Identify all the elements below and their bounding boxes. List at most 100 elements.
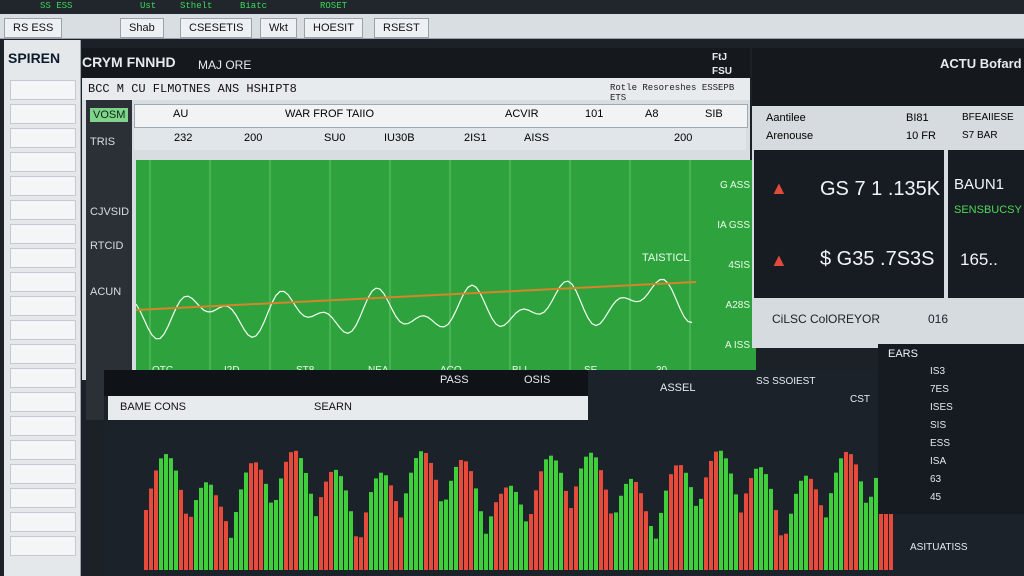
sidebar-item[interactable] [10, 368, 76, 388]
volume-bar [719, 450, 723, 570]
volume-bar [694, 505, 698, 570]
tab-4[interactable]: Wkt [260, 18, 297, 38]
sidebar-item[interactable] [10, 320, 76, 340]
volume-bar [534, 490, 538, 570]
toolbar-label[interactable]: WAR FROF TAIIO [285, 108, 374, 120]
volume-bar [169, 458, 173, 570]
sidebar-item[interactable] [10, 488, 76, 508]
volume-bar [634, 481, 638, 570]
side-label[interactable]: ACUN [90, 286, 121, 298]
sidebar-item[interactable] [10, 104, 76, 124]
sidebar-item[interactable] [10, 128, 76, 148]
order-book-row: 7ES [930, 384, 949, 395]
volume-bar [669, 474, 673, 570]
volume-bar [644, 511, 648, 570]
volume-bar [409, 472, 413, 570]
side-label[interactable]: TRIS [90, 136, 115, 148]
volume-bar [469, 471, 473, 570]
info-label: Aantilee [766, 112, 806, 124]
sidebar-item[interactable] [10, 176, 76, 196]
sidebar-item[interactable] [10, 536, 76, 556]
order-book-row: ESS [930, 438, 951, 449]
sidebar-item[interactable] [10, 464, 76, 484]
side-label[interactable]: VOSM [90, 108, 129, 122]
order-book-row: SIS [930, 420, 947, 431]
side-metric-c: 165.. [960, 250, 998, 269]
sidebar-item[interactable] [10, 344, 76, 364]
volume-bar [474, 488, 478, 570]
volume-bar [309, 493, 313, 570]
order-book-row: IS3 [930, 366, 946, 377]
sidebar-item[interactable] [10, 392, 76, 412]
volume-bar [329, 471, 333, 570]
side-label[interactable]: CJVSID [90, 206, 129, 218]
volume-bar [504, 487, 508, 570]
volume-header: PASS OSIS [104, 370, 588, 396]
volume-bar [349, 511, 353, 570]
sidebar: SPIREN [4, 40, 81, 576]
side-label[interactable]: RTCID [90, 240, 123, 252]
sidebar-item[interactable] [10, 80, 76, 100]
price-chart-svg [135, 160, 697, 378]
volume-bar [849, 454, 853, 570]
volume-bar [384, 475, 388, 570]
volume-bar [399, 517, 403, 570]
sidebar-item[interactable] [10, 440, 76, 460]
volume-bar [339, 476, 343, 570]
volume-bar [299, 458, 303, 570]
tab-5[interactable]: HOESIT [304, 18, 363, 38]
tab-1[interactable]: RS ESS [4, 18, 63, 38]
volume-bar [649, 526, 653, 570]
volume-bar [834, 472, 838, 570]
tab-2[interactable]: Shab [120, 18, 164, 38]
volume-bar [369, 492, 373, 570]
price-chart[interactable]: TAISTICL OTCI2DST8NEAACOBLISE30 G ASSIA … [135, 160, 756, 378]
volume-bar [284, 461, 288, 570]
volume-bar [294, 450, 298, 570]
volume-bar [159, 458, 163, 570]
volume-bar [539, 471, 543, 570]
volume-bar [464, 461, 468, 570]
tab-6[interactable]: RSEST [374, 18, 429, 38]
volume-bar [679, 465, 683, 570]
volume-bar [809, 478, 813, 570]
volume-bar [609, 513, 613, 570]
volume-bar [389, 485, 393, 570]
volume-bar [789, 513, 793, 570]
volume-bar [779, 535, 783, 570]
volume-bar [439, 501, 443, 570]
volume-bar [844, 451, 848, 570]
sidebar-item[interactable] [10, 296, 76, 316]
volume-bar [239, 489, 243, 570]
toolbar-symbol[interactable]: ACVIR [505, 108, 539, 120]
volume-bar [234, 512, 238, 570]
sidebar-item[interactable] [10, 224, 76, 244]
side-metric-a: BAUN1 [954, 176, 1005, 193]
volume-bar [454, 466, 458, 570]
toolbar: AU WAR FROF TAIIO ACVIR 101 A8 SIB [134, 104, 748, 128]
sidebar-item[interactable] [10, 248, 76, 268]
volume-bar [774, 510, 778, 570]
volume-bar [869, 496, 873, 570]
volume-bar [249, 463, 253, 570]
volume-bar [269, 502, 273, 570]
side-metric-b: SENSBUCSY [954, 204, 1022, 216]
row-val-c: SU0 [324, 132, 346, 144]
volume-bar [479, 511, 483, 570]
sidebar-title: SPIREN [8, 50, 61, 66]
panel-code-b: FSU [712, 66, 732, 77]
volume-chart[interactable] [144, 410, 924, 570]
volume-bar [459, 459, 463, 570]
sidebar-item[interactable] [10, 152, 76, 172]
sidebar-item[interactable] [10, 416, 76, 436]
volume-bar [729, 473, 733, 570]
volume-bar [229, 537, 233, 570]
sidebar-item[interactable] [10, 200, 76, 220]
volume-bar [484, 533, 488, 570]
tab-3[interactable]: CSESETIS [180, 18, 253, 38]
sidebar-item[interactable] [10, 512, 76, 532]
volume-header-far: OSIS [524, 374, 551, 386]
sidebar-item[interactable] [10, 272, 76, 292]
volume-bar [804, 475, 808, 570]
toolbar-v1: 101 [585, 108, 604, 120]
